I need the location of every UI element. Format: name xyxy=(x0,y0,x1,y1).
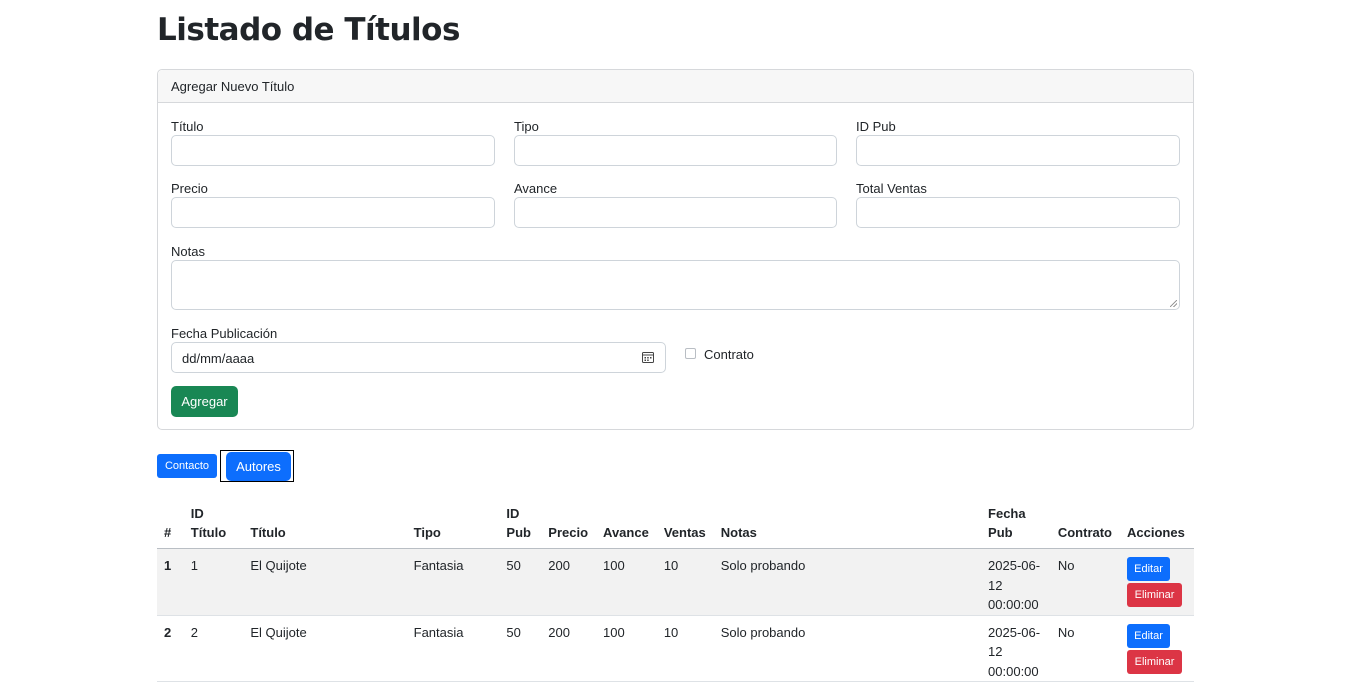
header-num: # xyxy=(157,500,184,549)
cell-titulo: El Quijote xyxy=(243,615,407,682)
cell-id-titulo: 2 xyxy=(183,615,244,682)
cell-num: 1 xyxy=(157,548,184,616)
precio-input[interactable] xyxy=(171,197,495,228)
cell-contrato: No xyxy=(1050,615,1121,682)
cell-id-titulo: 1 xyxy=(183,548,244,616)
notas-textarea[interactable] xyxy=(171,260,1180,310)
precio-label: Precio xyxy=(171,181,208,196)
header-fecha-pub: Fecha Pub xyxy=(981,500,1051,549)
cell-tipo: Fantasia xyxy=(406,615,500,682)
cell-acciones: Editar Eliminar xyxy=(1120,615,1194,682)
table-header-row: # ID Título Título Tipo ID Pub Precio Avan… xyxy=(157,500,1194,549)
delete-button[interactable]: Eliminar xyxy=(1127,583,1183,607)
header-notas: Notas xyxy=(713,500,982,549)
header-avance: Avance xyxy=(596,500,657,549)
header-tipo: Tipo xyxy=(406,500,500,549)
cell-fecha-pub: 2025-06- 12 00:00:00 xyxy=(981,615,1051,682)
table-row: 1 1 El Quijote Fantasia 50 200 100 10 So… xyxy=(157,548,1194,616)
edit-button[interactable]: Editar xyxy=(1127,557,1171,581)
titulo-label: Título xyxy=(171,119,204,134)
cell-ventas: 10 xyxy=(656,615,714,682)
calendar-icon[interactable] xyxy=(642,351,654,363)
contacto-button[interactable]: Contacto xyxy=(157,454,217,478)
cell-ventas: 10 xyxy=(656,548,714,616)
cell-notas: Solo probando xyxy=(713,615,982,682)
total-ventas-label: Total Ventas xyxy=(856,181,927,196)
cell-precio: 200 xyxy=(541,615,597,682)
cell-id-pub: 50 xyxy=(499,548,542,616)
table-row: 2 2 El Quijote Fantasia 50 200 100 10 So… xyxy=(157,615,1194,682)
contrato-checkbox[interactable] xyxy=(685,348,696,359)
titles-table: # ID Título Título Tipo ID Pub Precio Avan… xyxy=(157,500,1194,682)
cell-avance: 100 xyxy=(596,548,657,616)
notas-label: Notas xyxy=(171,244,205,259)
header-titulo: Título xyxy=(243,500,407,549)
cell-precio: 200 xyxy=(541,548,597,616)
cell-num: 2 xyxy=(157,615,184,682)
resize-grip-icon[interactable] xyxy=(1170,300,1177,307)
fecha-placeholder: dd/mm/aaaa xyxy=(182,351,255,366)
cell-titulo: El Quijote xyxy=(243,548,407,616)
header-id-titulo: ID Título xyxy=(183,500,244,549)
header-ventas: Ventas xyxy=(656,500,714,549)
avance-input[interactable] xyxy=(514,197,837,228)
autores-button[interactable]: Autores xyxy=(226,452,291,481)
header-acciones: Acciones xyxy=(1120,500,1194,549)
fecha-label: Fecha Publicación xyxy=(171,326,278,341)
avance-label: Avance xyxy=(514,181,558,196)
edit-button[interactable]: Editar xyxy=(1127,623,1171,648)
contrato-label: Contrato xyxy=(704,347,754,362)
delete-button[interactable]: Eliminar xyxy=(1127,649,1183,674)
cell-id-pub: 50 xyxy=(499,615,542,682)
cell-fecha-pub: 2025-06- 12 00:00:00 xyxy=(981,548,1051,616)
cell-tipo: Fantasia xyxy=(406,548,500,616)
cell-contrato: No xyxy=(1050,548,1121,616)
titulo-input[interactable] xyxy=(171,135,495,166)
total-ventas-input[interactable] xyxy=(856,197,1180,228)
tipo-input[interactable] xyxy=(514,135,837,166)
page-title: Listado de Títulos xyxy=(157,12,460,48)
cell-notas: Solo probando xyxy=(713,548,982,616)
fecha-input[interactable]: dd/mm/aaaa xyxy=(171,342,666,373)
header-precio: Precio xyxy=(541,500,597,549)
cell-avance: 100 xyxy=(596,615,657,682)
add-title-card: Agregar Nuevo Título Título Tipo ID Pub … xyxy=(157,69,1194,430)
header-id-pub: ID Pub xyxy=(499,500,542,549)
cell-acciones: Editar Eliminar xyxy=(1120,548,1194,616)
header-contrato: Contrato xyxy=(1050,500,1121,549)
card-header: Agregar Nuevo Título xyxy=(158,70,1193,103)
id-pub-input[interactable] xyxy=(856,135,1180,166)
id-pub-label: ID Pub xyxy=(856,119,896,134)
agregar-button[interactable]: Agregar xyxy=(171,386,238,417)
tipo-label: Tipo xyxy=(514,119,539,134)
